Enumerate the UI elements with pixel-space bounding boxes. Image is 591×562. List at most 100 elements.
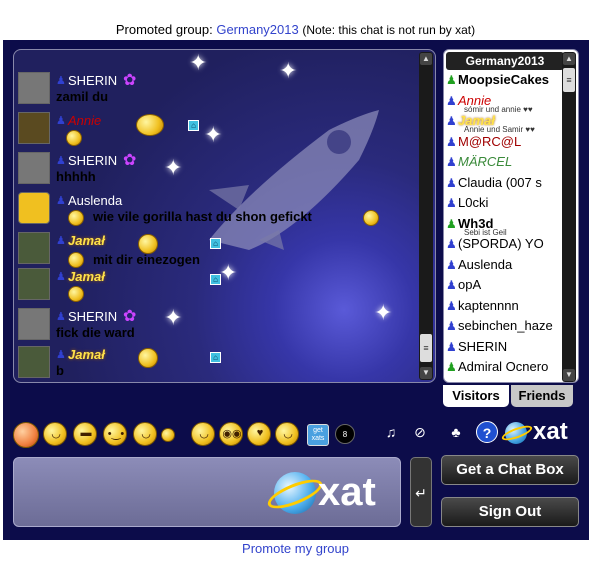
user-list-item[interactable]: ♟sebinchen_haze [446, 318, 564, 338]
user-list-item[interactable]: ♟MÄRCEL [446, 154, 564, 174]
user-list-item[interactable]: ♟Wh3d Sebi ist Geil [446, 216, 564, 236]
smiley-icon [363, 210, 379, 226]
user-list-item[interactable]: ♟SHERIN [446, 339, 564, 359]
get-xats-button[interactable]: get xats [307, 424, 329, 446]
scroll-down-icon[interactable]: ▼ [420, 367, 432, 379]
user-list-item[interactable]: ♟Annie sómir und annie ♥♥ [446, 93, 564, 113]
user-list-item[interactable]: ♟(SPORDA) YO [446, 236, 564, 256]
smiley-bar: ◡ ▬ •‿• ◡ ◡ ◉◉ ♥ ◡ get xats 8 [11, 418, 371, 450]
smiley-icon[interactable]: •‿• [103, 422, 127, 446]
smiley-icon[interactable]: ♥ [247, 422, 271, 446]
smiley-icon[interactable]: ◡ [275, 422, 299, 446]
user-status-icon: ♟ [446, 175, 457, 190]
smiley-icon[interactable] [13, 422, 39, 448]
home-icon[interactable]: ⌂ [210, 238, 221, 249]
user-list-status: Annie und Samir ♥♥ [464, 125, 535, 133]
user-list-name: Admiral Ocnero [458, 359, 549, 374]
avatar[interactable] [18, 308, 50, 340]
send-button[interactable]: ↵ [410, 457, 432, 527]
help-icon[interactable]: ? [476, 421, 498, 443]
home-icon[interactable]: ⌂ [210, 352, 221, 363]
user-list-item[interactable]: ♟Jamał Annie und Samir ♥♥ [446, 113, 564, 133]
smiley-icon[interactable]: ◉◉ [219, 422, 243, 446]
message-username[interactable]: Auslenda [68, 193, 122, 208]
smiley-icon[interactable]: ◡ [133, 422, 157, 446]
smiley-icon[interactable]: ▬ [73, 422, 97, 446]
tab-visitors[interactable]: Visitors [443, 385, 509, 407]
get-chat-box-button[interactable]: Get a Chat Box [441, 455, 579, 485]
user-list-name: (SPORDA) YO [458, 236, 544, 251]
message-text: zamil du [56, 89, 109, 104]
scroll-up-icon[interactable]: ▲ [563, 53, 575, 65]
user-list-item[interactable]: ♟Admiral Ocnero [446, 359, 564, 379]
avatar[interactable] [18, 346, 50, 378]
message-username[interactable]: SHERIN [68, 309, 117, 324]
avatar[interactable] [18, 192, 50, 224]
avatar[interactable] [18, 72, 50, 104]
user-list-status: sómir und annie ♥♥ [464, 104, 533, 113]
promoted-group-link[interactable]: Germany2013 [216, 22, 298, 37]
scroll-down-icon[interactable]: ▼ [563, 369, 575, 381]
scroll-up-icon[interactable]: ▲ [420, 53, 432, 65]
smiley-icon[interactable]: ◡ [43, 422, 67, 446]
user-list-status: Sebi ist Geil [464, 227, 507, 236]
promote-my-group-link[interactable]: Promote my group [0, 541, 591, 556]
user-status-icon: ♟ [446, 257, 457, 272]
message-username[interactable]: Jamał [68, 269, 105, 284]
message-username[interactable]: SHERIN [68, 73, 117, 88]
message-row: ♟ Jamał ⌂ b [18, 346, 413, 382]
flower-icon: ✿ [123, 308, 137, 325]
xat-chatbox: ✦ ✦ ✦ ✦ ✦ ✦ ✦ ♟ SHERIN ✿ zamil du ♟ Anni… [3, 40, 589, 540]
user-status-icon: ♟ [446, 298, 457, 313]
xat-logo[interactable]: xat [500, 418, 585, 446]
xat-watermark-text: xat [318, 470, 376, 514]
user-list-item[interactable]: ♟M@RC@L [446, 134, 564, 154]
message-text: fick die ward [56, 325, 135, 340]
home-icon[interactable]: ⌂ [210, 274, 221, 285]
sign-out-button[interactable]: Sign Out [441, 497, 579, 527]
user-status-icon: ♟ [446, 278, 457, 292]
user-list-item[interactable]: ♟Auslenda [446, 257, 564, 277]
user-list-item[interactable]: ♟Claudia (007 s [446, 175, 564, 195]
sound-mute-icon[interactable]: ♫ [380, 421, 402, 443]
message-username[interactable]: Jamał [68, 233, 105, 248]
user-list-name: MÄRCEL [458, 154, 513, 169]
smiley-icon[interactable] [161, 428, 175, 442]
user-list-name: M@RC@L [458, 133, 522, 149]
message-input[interactable]: xat [13, 457, 401, 527]
promo-note: (Note: this chat is not run by xat) [302, 23, 476, 37]
message-text: hhhhh [56, 169, 96, 184]
message-scrollbar[interactable]: ▲ ≡ ▼ [419, 52, 433, 380]
eightball-icon[interactable]: 8 [335, 424, 355, 444]
no-sound-icon[interactable]: ⊘ [409, 421, 431, 443]
message-username[interactable]: Jamał [68, 347, 105, 362]
scroll-thumb[interactable]: ≡ [420, 334, 432, 362]
promo-prefix: Promoted group: [115, 22, 213, 37]
tab-friends[interactable]: Friends [511, 385, 573, 407]
user-list-name: MoopsieCakes [458, 72, 550, 87]
user-status-icon: ♟ [446, 196, 457, 210]
user-status-icon: ♟ [446, 237, 457, 251]
users-icon[interactable]: ♣ [445, 421, 467, 443]
home-icon[interactable]: ⌂ [188, 120, 199, 131]
user-list-scrollbar[interactable]: ▲ ≡ ▼ [562, 52, 576, 382]
message-username[interactable]: Annie [68, 113, 101, 128]
scroll-thumb[interactable]: ≡ [563, 68, 575, 92]
smiley-icon[interactable]: ◡ [191, 422, 215, 446]
user-list-item[interactable]: ♟kaptennnn [446, 298, 564, 318]
message-row: ♟ SHERIN ✿ zamil du [18, 72, 413, 108]
message-username[interactable]: SHERIN [68, 153, 117, 168]
user-list-item[interactable]: ♟opA [446, 277, 564, 297]
message-row: ♟ Annie ⌂ [18, 112, 413, 148]
avatar[interactable] [18, 112, 50, 144]
avatar[interactable] [18, 268, 50, 300]
user-list-item[interactable]: ♟MoopsieCakes [446, 72, 564, 92]
user-status-icon: ♟ [446, 216, 457, 231]
user-icon: ♟ [56, 349, 66, 361]
avatar[interactable] [18, 152, 50, 184]
user-list-name: SHERIN [458, 338, 508, 354]
user-list-name: opA [458, 277, 482, 292]
user-list-item[interactable]: ♟L0cki [446, 195, 564, 215]
smiley-icon [68, 210, 84, 226]
xat-watermark-logo: xat [264, 470, 382, 520]
